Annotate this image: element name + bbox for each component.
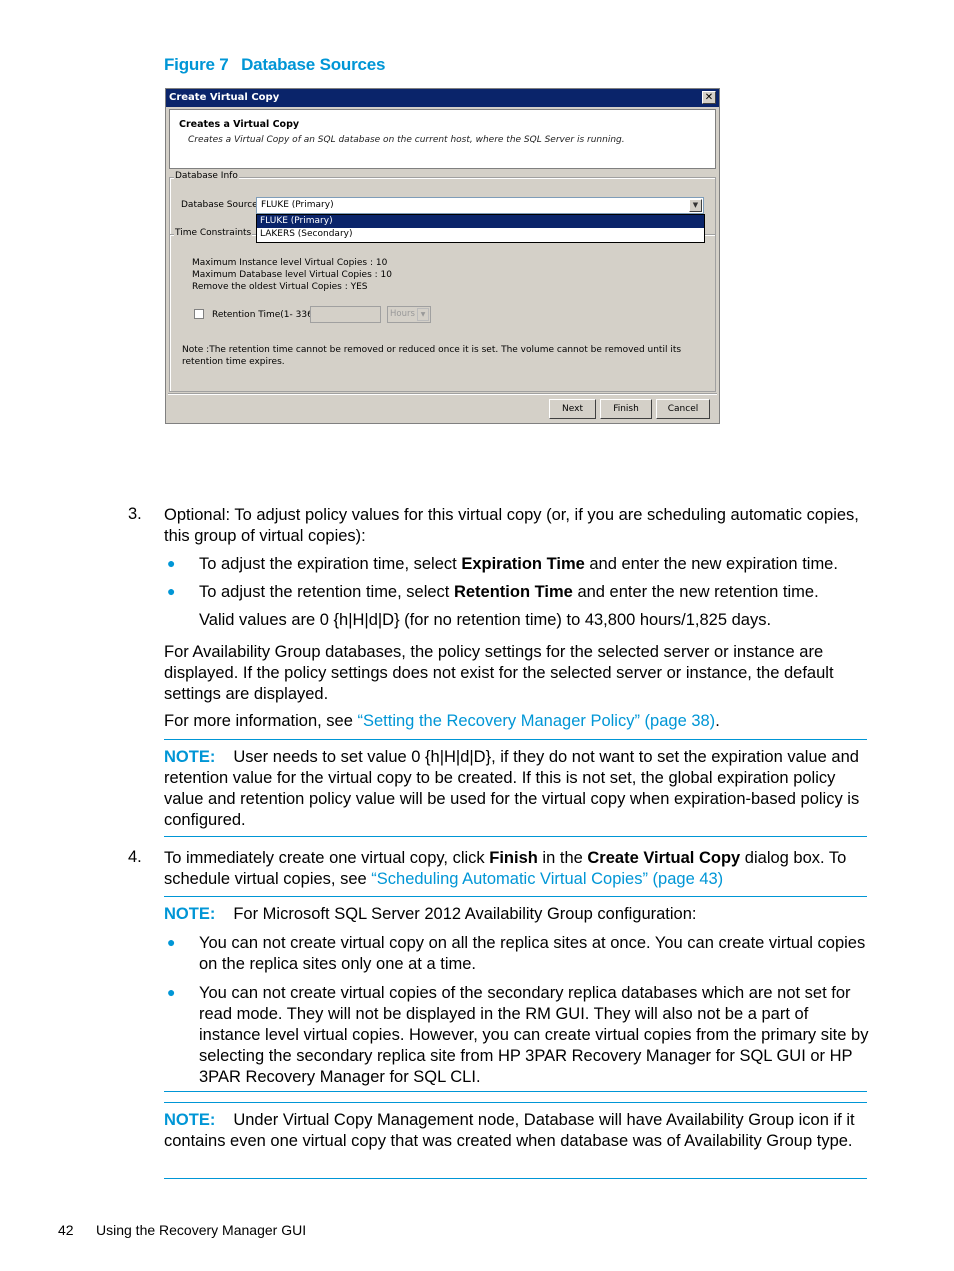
note-1-text: User needs to set value 0 {h|H|d|D}, if …	[164, 748, 860, 829]
note-rule-top	[164, 896, 867, 897]
scheduling-link[interactable]: “Scheduling Automatic Virtual Copies” (p…	[371, 870, 723, 888]
database-info-label: Database Info	[174, 171, 239, 181]
note-rule-bottom	[164, 1091, 867, 1092]
database-source-value: FLUKE (Primary)	[261, 200, 334, 210]
dialog-title: Create Virtual Copy	[169, 92, 280, 103]
text: To adjust the expiration time, select	[199, 555, 462, 573]
figure-number: Figure 7	[164, 55, 229, 74]
availability-group-paragraph: For Availability Group databases, the po…	[164, 643, 834, 703]
dialog-titlebar: Create Virtual Copy ✕	[166, 89, 719, 107]
footer-section-title: Using the Recovery Manager GUI	[96, 1222, 307, 1238]
note-2-bullet-2: You can not create virtual copies of the…	[199, 984, 869, 1086]
database-source-select[interactable]: FLUKE (Primary) ▼	[256, 197, 704, 214]
note-label: NOTE:	[164, 748, 216, 766]
figure-caption: Figure 7 Database Sources	[164, 55, 385, 75]
dropdown-option-fluke[interactable]: FLUKE (Primary)	[257, 215, 704, 228]
retention-time-input[interactable]	[310, 306, 381, 323]
next-button[interactable]: Next	[549, 399, 596, 419]
note-rule-bottom	[164, 1178, 867, 1179]
text: and enter the new retention time.	[572, 583, 819, 601]
cancel-button[interactable]: Cancel	[656, 399, 710, 419]
step-3-number: 3.	[128, 505, 142, 523]
dialog-header-title: Creates a Virtual Copy	[179, 119, 300, 130]
note-label: NOTE:	[164, 1111, 216, 1129]
step-3-bullet-retention: To adjust the retention time, select Ret…	[199, 582, 869, 603]
text: and enter the new expiration time.	[584, 555, 838, 573]
note-2-bullet-1: You can not create virtual copy on all t…	[199, 934, 866, 973]
step-3-intro: Optional: To adjust policy values for th…	[164, 506, 859, 545]
policy-max-database: Maximum Database level Virtual Copies : …	[192, 270, 392, 280]
dialog-header-subtitle: Creates a Virtual Copy of an SQL databas…	[188, 135, 625, 145]
policy-max-instance: Maximum Instance level Virtual Copies : …	[192, 258, 388, 268]
policy-link[interactable]: “Setting the Recovery Manager Policy” (p…	[358, 712, 716, 730]
chevron-down-icon[interactable]: ▼	[689, 199, 702, 212]
note-rule-top	[164, 1102, 867, 1103]
retention-note: Note :The retention time cannot be remov…	[182, 345, 682, 367]
step-4-number: 4.	[128, 848, 142, 866]
policy-remove-oldest: Remove the oldest Virtual Copies : YES	[192, 282, 368, 292]
bullet-icon: ●	[167, 583, 176, 599]
valid-values-text: Valid values are 0 {h|H|d|D} (for no ret…	[199, 611, 772, 629]
step-3-bullet-expiration: To adjust the expiration time, select Ex…	[199, 554, 869, 575]
retention-time-label: Retention Time(1- 336)	[212, 310, 317, 320]
database-source-dropdown: FLUKE (Primary) LAKERS (Secondary)	[256, 214, 705, 243]
note-3: NOTE: Under Virtual Copy Management node,…	[164, 1110, 869, 1152]
note-3-text: Under Virtual Copy Management node, Data…	[164, 1111, 855, 1150]
text: To immediately create one virtual copy, …	[164, 849, 490, 867]
bullet-icon: ●	[167, 984, 176, 1000]
finish-button[interactable]: Finish	[600, 399, 652, 419]
step-4-text: To immediately create one virtual copy, …	[164, 848, 869, 890]
text: .	[715, 712, 720, 730]
figure-title: Database Sources	[241, 55, 386, 74]
retention-time-term: Retention Time	[453, 583, 573, 601]
bullet-icon: ●	[167, 934, 176, 950]
note-2: NOTE: For Microsoft SQL Server 2012 Avail…	[164, 904, 869, 925]
page-number: 42	[58, 1222, 74, 1238]
finish-term: Finish	[489, 849, 538, 867]
expiration-time-term: Expiration Time	[461, 555, 585, 573]
retention-unit-select[interactable]: Hours ▼	[387, 306, 431, 323]
dropdown-option-lakers[interactable]: LAKERS (Secondary)	[257, 228, 704, 241]
more-info-paragraph: For more information, see “Setting the R…	[164, 711, 864, 732]
dialog-header-panel: Creates a Virtual Copy Creates a Virtual…	[169, 109, 716, 169]
chevron-down-icon: ▼	[417, 308, 429, 321]
time-constraints-label: Time Constraints	[174, 228, 253, 238]
bullet-icon: ●	[167, 555, 176, 571]
note-rule-bottom	[164, 836, 867, 837]
create-virtual-copy-dialog: Create Virtual Copy ✕ Creates a Virtual …	[165, 88, 720, 424]
text: For more information, see	[164, 712, 358, 730]
note-2-text: For Microsoft SQL Server 2012 Availabili…	[233, 905, 697, 923]
note-label: NOTE:	[164, 905, 216, 923]
note-rule-top	[164, 739, 867, 740]
database-source-label: Database Source	[181, 200, 258, 210]
text: in the	[537, 849, 588, 867]
dialog-separator	[168, 393, 717, 395]
note-1: NOTE: User needs to set value 0 {h|H|d|D}…	[164, 747, 869, 831]
create-virtual-copy-term: Create Virtual Copy	[587, 849, 741, 867]
close-icon[interactable]: ✕	[702, 91, 716, 104]
retention-time-checkbox[interactable]	[194, 309, 204, 319]
text: To adjust the retention time, select	[199, 583, 454, 601]
retention-unit-value: Hours	[390, 309, 415, 319]
